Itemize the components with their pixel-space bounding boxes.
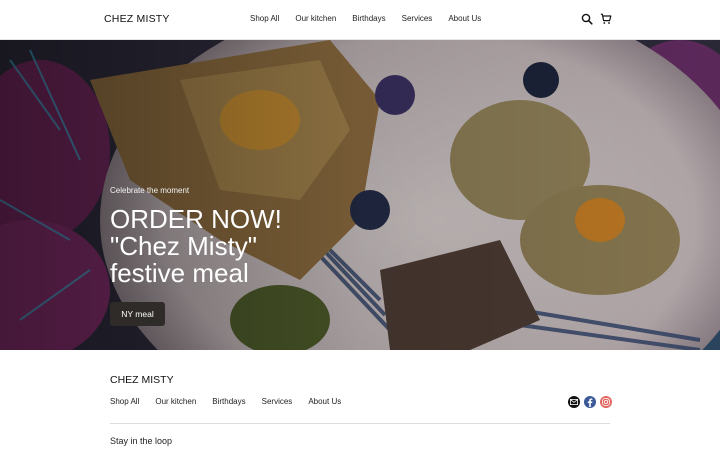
mail-icon[interactable] xyxy=(568,396,580,408)
site-logo[interactable]: CHEZ MISTY xyxy=(104,13,170,25)
hero-food-photo xyxy=(0,40,720,350)
hero-headline: ORDER NOW! "Chez Misty" festive meal xyxy=(110,206,282,287)
nav-about-us[interactable]: About Us xyxy=(448,14,481,23)
nav-shop-all[interactable]: Shop All xyxy=(250,14,279,23)
site-footer: CHEZ MISTY Shop All Our kitchen Birthday… xyxy=(0,350,720,450)
headline-line-2: "Chez Misty" xyxy=(110,231,258,261)
hero-banner: Celebrate the moment ORDER NOW! "Chez Mi… xyxy=(0,40,720,350)
site-header: CHEZ MISTY Shop All Our kitchen Birthday… xyxy=(0,0,720,40)
nav-services[interactable]: Services xyxy=(402,14,433,23)
footer-nav-services[interactable]: Services xyxy=(262,397,293,406)
footer-nav-shop-all[interactable]: Shop All xyxy=(110,397,139,406)
nav-birthdays[interactable]: Birthdays xyxy=(352,14,385,23)
footer-nav-birthdays[interactable]: Birthdays xyxy=(212,397,245,406)
footer-nav-our-kitchen[interactable]: Our kitchen xyxy=(155,397,196,406)
hero-eyebrow: Celebrate the moment xyxy=(110,186,190,195)
main-nav: Shop All Our kitchen Birthdays Services … xyxy=(250,14,497,23)
instagram-icon[interactable] xyxy=(600,396,612,408)
cart-icon[interactable] xyxy=(600,13,612,25)
ny-meal-button[interactable]: NY meal xyxy=(110,302,165,326)
footer-divider xyxy=(110,423,610,424)
footer-nav: Shop All Our kitchen Birthdays Services … xyxy=(110,397,357,406)
social-links xyxy=(564,396,612,408)
newsletter-heading: Stay in the loop xyxy=(110,436,173,446)
footer-logo[interactable]: CHEZ MISTY xyxy=(110,374,174,386)
headline-line-1: ORDER NOW! xyxy=(110,204,282,234)
nav-our-kitchen[interactable]: Our kitchen xyxy=(295,14,336,23)
headline-line-3: festive meal xyxy=(110,258,249,288)
search-icon[interactable] xyxy=(581,13,593,25)
footer-nav-about-us[interactable]: About Us xyxy=(308,397,341,406)
facebook-icon[interactable] xyxy=(584,396,596,408)
